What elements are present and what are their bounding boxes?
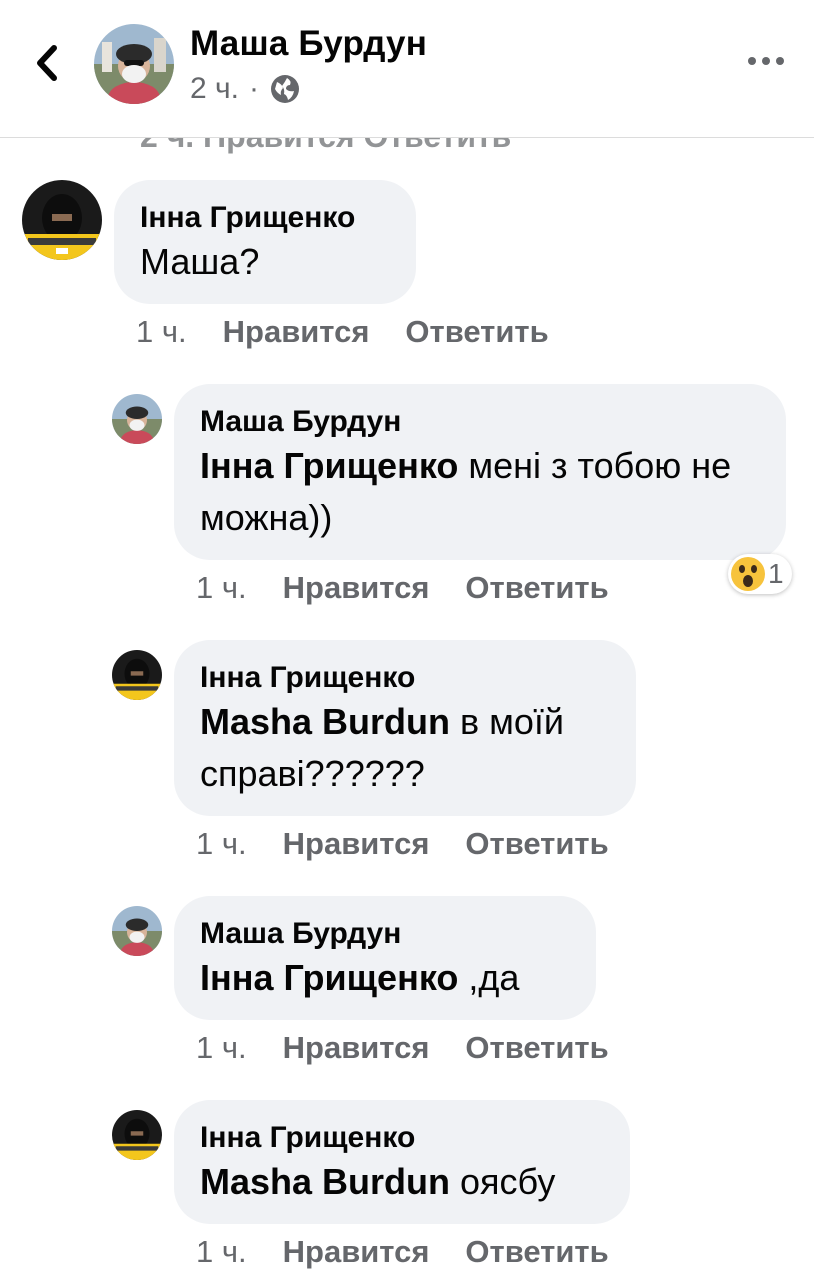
comment-actions: 1 ч. Нравится Ответить bbox=[196, 570, 609, 606]
commenter-avatar[interactable] bbox=[112, 650, 162, 700]
mention-link[interactable]: Masha Burdun bbox=[200, 1161, 450, 1202]
mention-link[interactable]: Masha Burdun bbox=[200, 701, 450, 742]
reply-button[interactable]: Ответить bbox=[465, 570, 608, 606]
commenter-avatar[interactable] bbox=[112, 1110, 162, 1160]
comment-author[interactable]: Маша Бурдун bbox=[200, 404, 760, 440]
comment-bubble: Маша Бурдун Інна Грищенко ,да bbox=[174, 896, 596, 1020]
comment-time[interactable]: 1 ч. bbox=[196, 826, 247, 862]
mention-link[interactable]: Інна Грищенко bbox=[200, 957, 458, 998]
reaction-count: 1 bbox=[768, 558, 784, 589]
comment-bubble: Інна Грищенко Masha Burdun оясбу bbox=[174, 1100, 630, 1224]
like-button[interactable]: Нравится bbox=[283, 1234, 430, 1270]
comment-time[interactable]: 1 ч. bbox=[196, 1234, 247, 1270]
meta-separator: · bbox=[248, 72, 259, 105]
more-dot bbox=[762, 57, 770, 65]
globe-icon bbox=[270, 75, 299, 103]
comment-text: Masha Burdun в моїй справі?????? bbox=[200, 696, 610, 800]
like-button[interactable]: Нравится bbox=[283, 1030, 430, 1066]
comment-body: Маша? bbox=[140, 241, 260, 282]
chevron-left-icon bbox=[37, 45, 57, 81]
comment-text: Інна Грищенко ,да bbox=[200, 952, 570, 1004]
comment-author[interactable]: Інна Грищенко bbox=[200, 1120, 604, 1156]
reaction-badge[interactable]: 1 bbox=[728, 554, 792, 594]
more-horizontal-icon bbox=[748, 57, 756, 65]
wow-emoji-icon bbox=[731, 557, 765, 591]
author-avatar[interactable] bbox=[94, 24, 174, 104]
reply-button[interactable]: Ответить bbox=[465, 1030, 608, 1066]
post-header: Маша Бурдун 2 ч. · bbox=[0, 0, 814, 138]
reply-button[interactable]: Ответить bbox=[465, 826, 608, 862]
reply-button[interactable]: Ответить bbox=[405, 314, 548, 350]
comment-actions: 1 ч. Нравится Ответить bbox=[196, 826, 609, 862]
commenter-avatar[interactable] bbox=[22, 180, 102, 260]
comment-bubble: Інна Грищенко Маша? bbox=[114, 180, 416, 304]
comment-text: Інна Грищенко мені з тобою не можна)) bbox=[200, 440, 760, 544]
comment-author[interactable]: Інна Грищенко bbox=[140, 200, 390, 236]
mention-link[interactable]: Інна Грищенко bbox=[200, 445, 458, 486]
comment-text: Masha Burdun оясбу bbox=[200, 1156, 604, 1208]
reply-button[interactable]: Ответить bbox=[465, 1234, 608, 1270]
more-dot bbox=[776, 57, 784, 65]
back-button[interactable] bbox=[30, 42, 64, 84]
comment-body: ,да bbox=[458, 957, 520, 998]
comment-author[interactable]: Маша Бурдун bbox=[200, 916, 570, 952]
comment-bubble: Маша Бурдун Інна Грищенко мені з тобою н… bbox=[174, 384, 786, 560]
commenter-avatar[interactable] bbox=[112, 906, 162, 956]
comment-bubble: Інна Грищенко Masha Burdun в моїй справі… bbox=[174, 640, 636, 816]
author-name[interactable]: Маша Бурдун bbox=[190, 24, 427, 64]
comment-time[interactable]: 1 ч. bbox=[196, 1030, 247, 1066]
comment-author[interactable]: Інна Грищенко bbox=[200, 660, 610, 696]
like-button[interactable]: Нравится bbox=[223, 314, 370, 350]
comment-actions: 1 ч. Нравится Ответить bbox=[196, 1234, 609, 1270]
comment-time[interactable]: 1 ч. bbox=[196, 570, 247, 606]
like-button[interactable]: Нравится bbox=[283, 570, 430, 606]
comment-time[interactable]: 1 ч. bbox=[136, 314, 187, 350]
comment-actions: 1 ч. Нравится Ответить bbox=[196, 1030, 609, 1066]
like-button[interactable]: Нравится bbox=[283, 826, 430, 862]
comment-actions: 1 ч. Нравится Ответить bbox=[136, 314, 549, 350]
comment-body: оясбу bbox=[450, 1161, 556, 1202]
post-time[interactable]: 2 ч. bbox=[190, 72, 239, 106]
comment-text: Маша? bbox=[140, 236, 390, 288]
more-options-button[interactable] bbox=[748, 50, 784, 72]
commenter-avatar[interactable] bbox=[112, 394, 162, 444]
post-meta: 2 ч. · bbox=[190, 72, 301, 106]
